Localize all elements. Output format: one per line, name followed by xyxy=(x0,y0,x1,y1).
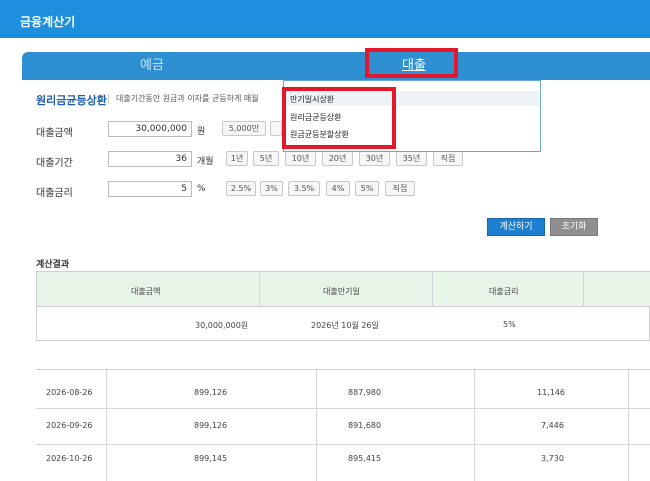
rate-chip-3-5[interactable]: 3.5% xyxy=(288,181,320,196)
schedule-date: 2026-09-26 xyxy=(46,421,93,430)
schedule-table: 2026-08-26 899,126 887,980 11,146 2026-0… xyxy=(36,369,650,481)
result-divider xyxy=(432,272,433,307)
window-title: 금융계산기 xyxy=(0,0,650,38)
result-header-rate: 대출금리 xyxy=(489,287,519,296)
schedule-payment: 899,126 xyxy=(194,421,228,430)
schedule-interest: 11,146 xyxy=(537,388,565,397)
schedule-row-line xyxy=(36,408,650,409)
result-title: 계산결과 xyxy=(36,260,70,270)
rate-label: 대출금리 xyxy=(36,188,73,199)
period-label: 대출기간 xyxy=(36,158,73,169)
schedule-date: 2026-10-26 xyxy=(46,454,93,463)
rate-chip-2-5[interactable]: 2.5% xyxy=(226,181,256,196)
result-header-amount: 대출금액 xyxy=(131,287,161,296)
schedule-principal: 887,980 xyxy=(348,388,382,397)
amount-chip-partial[interactable] xyxy=(270,121,282,136)
tab-deposit[interactable]: 예금 xyxy=(22,52,282,80)
schedule-divider xyxy=(474,370,475,481)
highlight-box-tab xyxy=(365,48,458,78)
reset-button[interactable]: 초기화 xyxy=(550,218,598,236)
schedule-payment: 899,145 xyxy=(194,454,228,463)
result-value-amount: 30,000,000원 xyxy=(195,321,249,330)
schedule-interest: 7,446 xyxy=(541,421,564,430)
schedule-principal: 891,680 xyxy=(348,421,382,430)
schedule-row-line xyxy=(36,444,650,445)
schedule-interest: 3,730 xyxy=(541,454,564,463)
period-chip-30y[interactable]: 30년 xyxy=(359,151,390,166)
rate-chip-custom[interactable]: 직접 xyxy=(385,181,415,196)
period-chip-5y[interactable]: 5년 xyxy=(253,151,279,166)
schedule-principal: 895,415 xyxy=(348,454,382,463)
schedule-divider xyxy=(316,370,317,481)
period-chip-10y[interactable]: 10년 xyxy=(285,151,316,166)
section-description: 대출기간동안 원금과 이자를 균등하게 매월 xyxy=(116,94,259,103)
schedule-divider xyxy=(106,370,107,481)
section-divider xyxy=(108,93,109,104)
schedule-payment: 899,126 xyxy=(194,388,228,397)
schedule-date: 2026-08-26 xyxy=(46,388,93,397)
amount-label: 대출금액 xyxy=(36,128,73,139)
schedule-divider xyxy=(628,370,629,481)
amount-unit: 원 xyxy=(197,127,206,137)
amount-input[interactable]: 30,000,000 xyxy=(108,121,192,137)
rate-chip-3[interactable]: 3% xyxy=(260,181,283,196)
amount-chip-5000[interactable]: 5,000만 xyxy=(222,121,266,136)
period-chip-custom[interactable]: 직접 xyxy=(433,151,463,166)
tab-bar: 예금 대출 xyxy=(22,52,650,80)
period-input[interactable]: 36 xyxy=(108,151,192,167)
result-header-maturity: 대출만기일 xyxy=(323,287,360,296)
period-unit: 개월 xyxy=(197,157,214,167)
section-title: 원리금균등상환 xyxy=(36,94,107,107)
rate-chip-4[interactable]: 4% xyxy=(326,181,350,196)
result-value-rate: 5% xyxy=(503,320,516,329)
rate-input[interactable]: 5 xyxy=(108,181,192,197)
calculate-button[interactable]: 계산하기 xyxy=(487,218,545,236)
rate-chip-5[interactable]: 5% xyxy=(355,181,379,196)
result-value-maturity: 2026년 10월 26일 xyxy=(311,321,379,330)
result-divider xyxy=(259,272,260,307)
result-table: 대출금액 대출만기일 대출금리 30,000,000원 2026년 10월 26… xyxy=(36,271,650,341)
highlight-box-dropdown xyxy=(282,87,396,149)
result-divider xyxy=(583,272,584,307)
period-chip-35y[interactable]: 35년 xyxy=(396,151,427,166)
period-chip-1y[interactable]: 1년 xyxy=(226,151,248,166)
rate-unit: % xyxy=(197,184,206,194)
period-chip-20y[interactable]: 20년 xyxy=(322,151,353,166)
